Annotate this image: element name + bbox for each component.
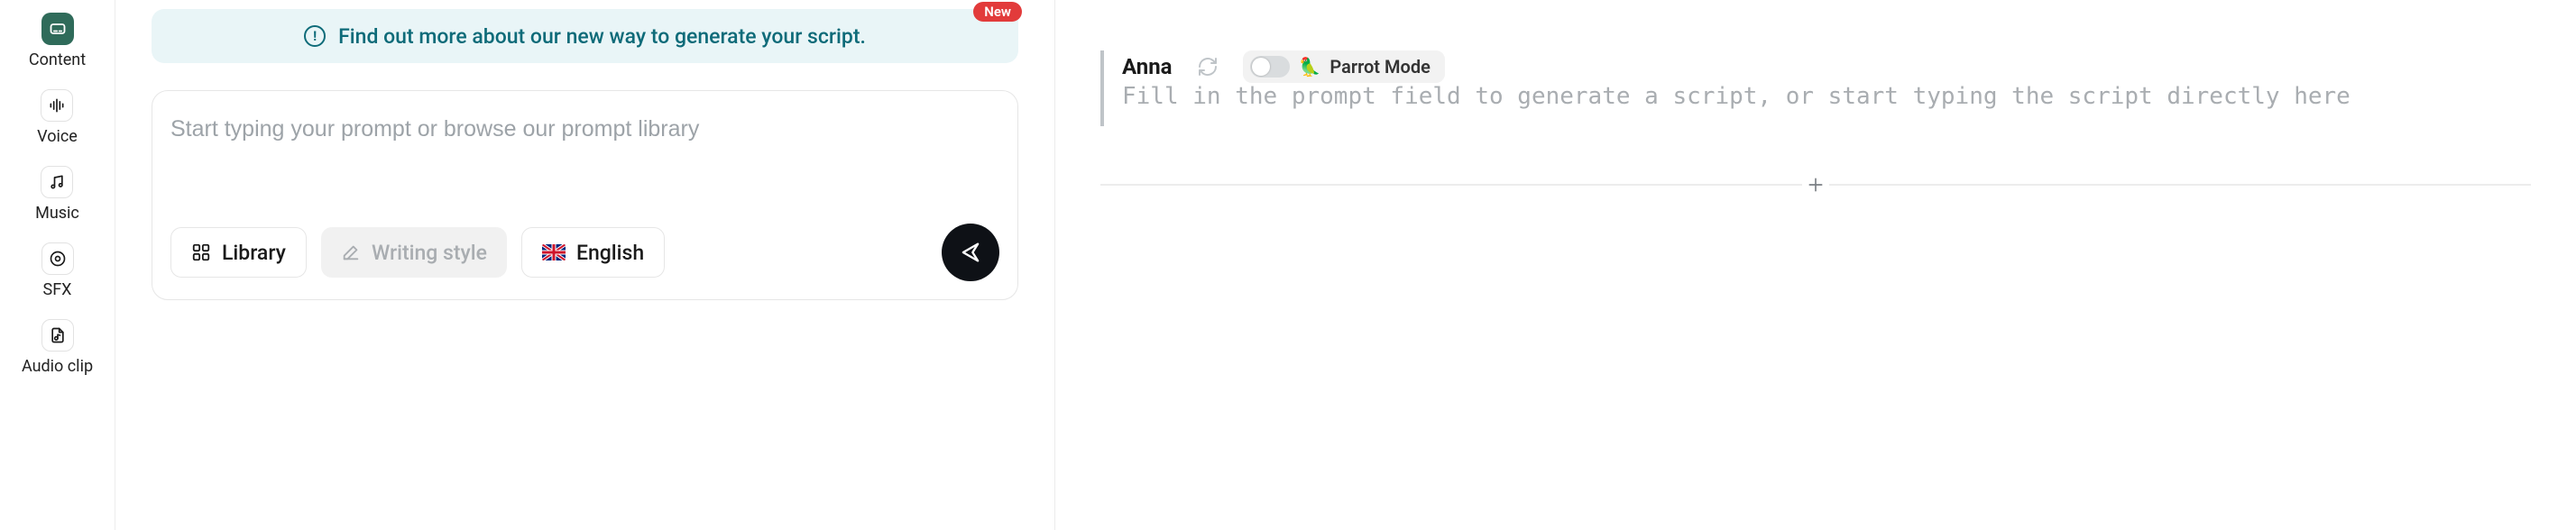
sidebar-item-sfx[interactable]: SFX <box>41 242 74 299</box>
parrot-icon: 🦜 <box>1299 56 1321 78</box>
voice-row: Anna 🦜 Parrot Mode <box>1122 50 2531 83</box>
library-button[interactable]: Library <box>170 227 307 278</box>
parrot-mode-toggle[interactable] <box>1250 56 1290 78</box>
prompt-toolbar: Library Writing style <box>170 224 999 281</box>
refresh-icon[interactable] <box>1196 55 1219 78</box>
language-button[interactable]: English <box>521 227 665 278</box>
main-area: New ! Find out more about our new way to… <box>115 0 2576 530</box>
right-pane: Anna 🦜 Parrot Mode <box>1055 0 2576 530</box>
prompt-input[interactable] <box>170 116 999 142</box>
info-banner[interactable]: New ! Find out more about our new way to… <box>152 9 1018 63</box>
send-button[interactable] <box>942 224 999 281</box>
music-icon <box>41 166 73 198</box>
sidebar-item-audio-clip[interactable]: Audio clip <box>22 319 93 376</box>
new-badge: New <box>973 2 1022 22</box>
add-section-button[interactable] <box>1802 171 1829 198</box>
language-label: English <box>576 241 644 265</box>
send-icon <box>958 240 983 265</box>
left-pane: New ! Find out more about our new way to… <box>115 0 1055 530</box>
sidebar-item-label: Music <box>35 204 79 223</box>
writing-style-label: Writing style <box>372 241 487 265</box>
grid-icon <box>191 242 211 262</box>
sidebar: Content Voice Music <box>0 0 115 530</box>
sidebar-item-voice[interactable]: Voice <box>37 89 78 146</box>
prompt-card: Library Writing style <box>152 90 1018 300</box>
banner-text: Find out more about our new way to gener… <box>338 24 866 49</box>
sidebar-item-label: Voice <box>37 127 78 146</box>
info-icon: ! <box>304 25 326 47</box>
script-input[interactable] <box>1122 83 2531 123</box>
audio-clip-icon <box>41 319 74 352</box>
voice-name: Anna <box>1122 54 1173 79</box>
sidebar-item-label: SFX <box>43 280 72 299</box>
library-label: Library <box>222 241 286 265</box>
sidebar-item-music[interactable]: Music <box>35 166 79 223</box>
writing-style-button: Writing style <box>321 227 507 278</box>
sidebar-item-label: Audio clip <box>22 357 93 376</box>
parrot-mode-label: Parrot Mode <box>1329 56 1430 78</box>
uk-flag-icon <box>542 244 566 260</box>
sfx-icon <box>41 242 74 275</box>
pencil-icon <box>341 242 361 262</box>
sidebar-item-label: Content <box>29 50 86 69</box>
section-divider <box>1100 184 2531 186</box>
content-icon <box>41 13 74 45</box>
parrot-mode-pill: 🦜 Parrot Mode <box>1243 50 1445 83</box>
voice-icon <box>41 89 73 122</box>
sidebar-item-content[interactable]: Content <box>29 13 86 69</box>
